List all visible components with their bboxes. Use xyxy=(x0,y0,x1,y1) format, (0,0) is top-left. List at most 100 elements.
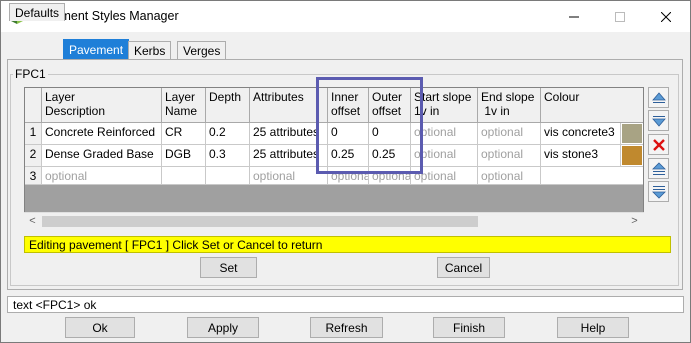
delete-row-button[interactable] xyxy=(648,134,669,155)
cell-outer-offset[interactable]: 0.25 xyxy=(369,145,411,167)
pavement-layers-table[interactable]: Layer Description Layer Name Depth Attri… xyxy=(24,87,644,227)
cell-start-slope[interactable]: optional xyxy=(411,145,478,167)
header-line: Description xyxy=(45,104,106,118)
row-header[interactable]: 3 xyxy=(25,167,42,185)
ok-button[interactable]: Ok xyxy=(65,317,135,338)
message-line: text <FPC1> ok xyxy=(7,296,684,313)
header-line: Colour xyxy=(544,90,580,104)
apply-button[interactable]: Apply xyxy=(187,317,259,338)
cell-start-slope[interactable]: optional xyxy=(411,123,478,145)
colour-swatch-cell[interactable] xyxy=(621,123,643,145)
header-line: Layer xyxy=(165,90,196,104)
row-header[interactable]: 2 xyxy=(25,145,42,167)
tab-kerbs[interactable]: Kerbs xyxy=(128,41,172,59)
corner-cell xyxy=(25,88,42,123)
cell-start-slope[interactable]: optional xyxy=(411,167,478,185)
cell-depth[interactable]: 0.3 xyxy=(206,145,250,167)
tab-defaults[interactable]: Defaults xyxy=(9,3,66,21)
maximize-icon xyxy=(615,11,625,22)
cell-layer-description[interactable]: Dense Graded Base xyxy=(42,145,162,167)
cell-outer-offset[interactable]: 0 xyxy=(369,123,411,145)
cell-attributes[interactable]: optional xyxy=(250,167,328,185)
cell-end-slope[interactable]: optional xyxy=(478,167,541,185)
horizontal-scrollbar[interactable]: < > xyxy=(24,212,644,229)
cell-layer-description[interactable]: optional xyxy=(42,167,162,185)
insert-row-above-button[interactable] xyxy=(648,158,669,179)
column-header-outer-offset[interactable]: Outer offset xyxy=(369,88,411,123)
group-label: FPC1 xyxy=(13,67,48,81)
arrow-up-icon xyxy=(651,91,666,103)
header-line: 1v in xyxy=(481,104,510,118)
column-header-depth[interactable]: Depth xyxy=(206,88,250,123)
title-bar[interactable]: Pavement Styles Manager xyxy=(1,1,690,32)
scroll-left-icon[interactable]: < xyxy=(24,214,41,229)
header-line: Name xyxy=(165,104,198,118)
refresh-button[interactable]: Refresh xyxy=(310,317,383,338)
move-row-up-button[interactable] xyxy=(648,87,669,108)
tab-label: Kerbs xyxy=(134,43,166,58)
colour-swatch-cell[interactable] xyxy=(621,145,643,167)
cell-colour[interactable]: vis stone3 xyxy=(541,145,621,167)
column-header-inner-offset[interactable]: Inner offset xyxy=(328,88,369,123)
cell-inner-offset[interactable]: optional xyxy=(328,167,369,185)
row-header[interactable]: 1 xyxy=(25,123,42,145)
insert-row-below-button[interactable] xyxy=(648,181,669,202)
insert-below-icon xyxy=(651,185,666,199)
header-line: Start slope xyxy=(414,90,472,104)
header-line: offset xyxy=(372,104,402,118)
cell-end-slope[interactable]: optional xyxy=(478,145,541,167)
colour-swatch-concrete xyxy=(622,124,642,143)
column-header-attributes[interactable]: Attributes xyxy=(250,88,328,123)
cell-layer-name[interactable]: DGB xyxy=(162,145,206,167)
cell-attributes[interactable]: 25 attributes xyxy=(250,123,328,145)
colour-swatch-stone xyxy=(622,146,642,165)
tab-label: Defaults xyxy=(15,5,60,20)
tab-verges[interactable]: Verges xyxy=(177,41,227,59)
cell-layer-name[interactable] xyxy=(162,167,206,185)
cell-layer-name[interactable]: CR xyxy=(162,123,206,145)
maximize-button[interactable] xyxy=(597,1,643,32)
cell-attributes[interactable]: 25 attributes xyxy=(250,145,328,167)
help-button[interactable]: Help xyxy=(557,317,629,338)
finish-button[interactable]: Finish xyxy=(433,317,505,338)
edit-status-message: Editing pavement [ FPC1 ] Click Set or C… xyxy=(24,236,671,253)
column-header-layer-name[interactable]: Layer Name xyxy=(162,88,206,123)
cell-colour[interactable]: vis concrete3 xyxy=(541,123,621,145)
column-header-start-slope[interactable]: Start slope 1v in xyxy=(411,88,478,123)
header-line: End slope xyxy=(481,90,535,104)
move-row-down-button[interactable] xyxy=(648,110,669,131)
header-line: Attributes xyxy=(253,90,304,104)
cell-colour[interactable] xyxy=(541,167,643,185)
header-line: 1v in xyxy=(414,104,440,118)
header-line: Layer xyxy=(45,90,76,104)
cell-inner-offset[interactable]: 0 xyxy=(328,123,369,145)
cell-end-slope[interactable]: optional xyxy=(478,123,541,145)
cell-outer-offset[interactable]: optional xyxy=(369,167,411,185)
header-line: Outer xyxy=(372,90,403,104)
minimize-button[interactable] xyxy=(551,1,597,32)
cell-inner-offset[interactable]: 0.25 xyxy=(328,145,369,167)
cell-depth[interactable] xyxy=(206,167,250,185)
column-header-colour[interactable]: Colour xyxy=(541,88,643,123)
tab-pavement[interactable]: Pavement xyxy=(63,39,130,60)
arrow-down-icon xyxy=(651,115,666,127)
close-button[interactable] xyxy=(643,1,689,32)
scroll-thumb[interactable] xyxy=(42,216,478,227)
insert-above-icon xyxy=(651,161,666,175)
header-line: Depth xyxy=(209,90,242,104)
tab-label: Verges xyxy=(183,43,221,58)
tab-label: Pavement xyxy=(69,43,124,57)
delete-x-icon xyxy=(652,138,665,151)
header-line: Inner xyxy=(331,90,359,104)
column-header-layer-description[interactable]: Layer Description xyxy=(42,88,162,123)
header-line: offset xyxy=(331,104,361,118)
column-header-end-slope[interactable]: End slope 1v in xyxy=(478,88,541,123)
cancel-button[interactable]: Cancel xyxy=(437,257,490,278)
cell-layer-description[interactable]: Concrete Reinforced xyxy=(42,123,162,145)
minimize-icon xyxy=(569,16,579,17)
pavement-styles-manager-window: Pavement Styles Manager Defaults Pavemen… xyxy=(0,0,691,343)
cell-depth[interactable]: 0.2 xyxy=(206,123,250,145)
scroll-right-icon[interactable]: > xyxy=(626,214,643,229)
set-button[interactable]: Set xyxy=(200,257,257,278)
close-icon xyxy=(661,11,671,22)
